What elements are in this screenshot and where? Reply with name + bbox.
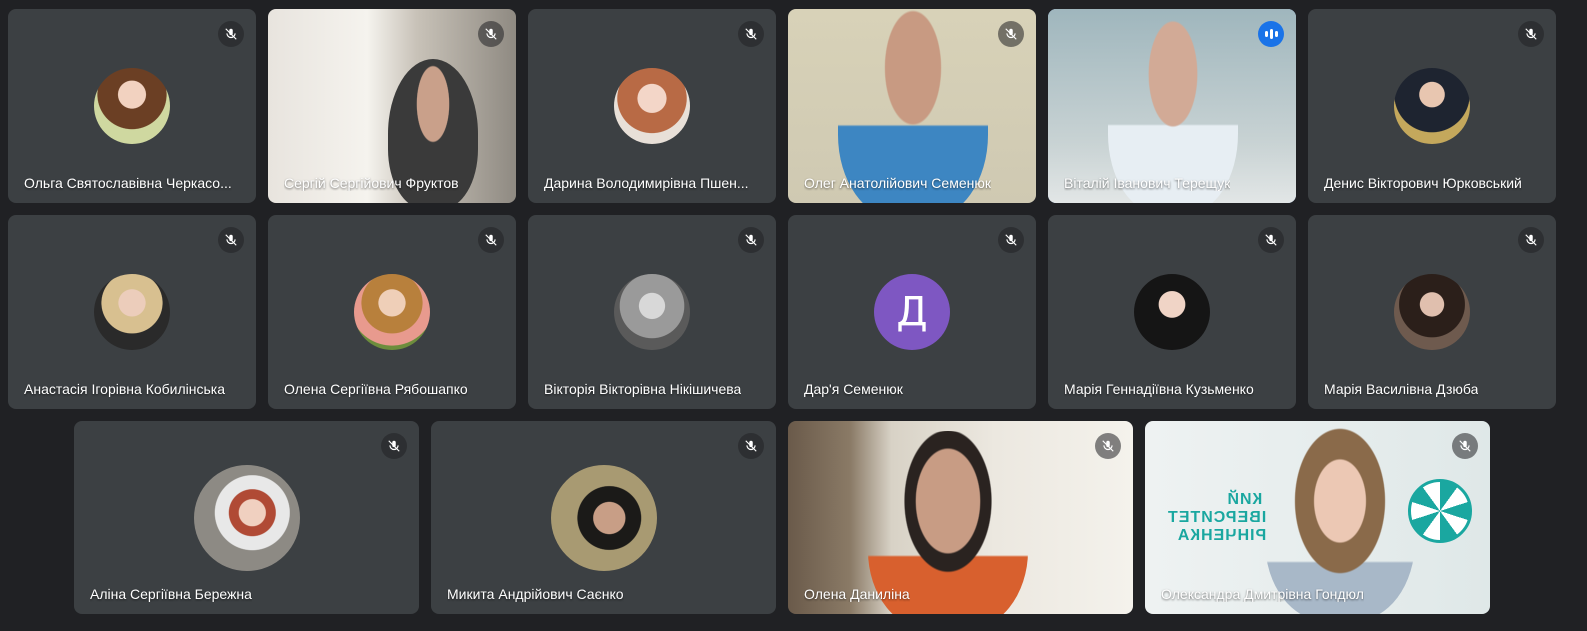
participant-name: Олег Анатолійович Семенюк bbox=[804, 175, 991, 191]
participant-name: Сергій Сергійович Фруктов bbox=[284, 175, 459, 191]
avatar bbox=[193, 464, 300, 571]
speaking-indicator-icon bbox=[1258, 21, 1284, 47]
participant-name: Олена Даниліна bbox=[804, 586, 910, 602]
video-person bbox=[838, 9, 988, 203]
mic-off-icon bbox=[738, 433, 764, 459]
participant-name: Дарина Володимирівна Пшен... bbox=[544, 175, 749, 191]
avatar bbox=[614, 274, 690, 350]
mic-off-icon bbox=[738, 21, 764, 47]
participant-tile[interactable]: КИЙ ІВЕРСИТЕТ РІНЧЕНКА Олександра Дмитрі… bbox=[1145, 421, 1490, 614]
participant-tile-speaking[interactable]: Віталій Іванович Терещук bbox=[1048, 9, 1296, 203]
participant-name: Віталій Іванович Терещук bbox=[1064, 175, 1231, 191]
mic-off-icon bbox=[218, 21, 244, 47]
participant-name: Аліна Сергіївна Бережна bbox=[90, 586, 252, 602]
avatar bbox=[1394, 274, 1470, 350]
mic-off-icon bbox=[738, 227, 764, 253]
participant-name: Олександра Дмитрівна Гондюл bbox=[1161, 586, 1364, 602]
participant-tile[interactable]: Олена Сергіївна Рябошапко bbox=[268, 215, 516, 409]
mic-off-icon bbox=[998, 21, 1024, 47]
participant-tile[interactable]: Марія Геннадіївна Кузьменко bbox=[1048, 215, 1296, 409]
mic-off-icon bbox=[478, 227, 504, 253]
background-text-line: РІНЧЕНКА bbox=[1176, 527, 1267, 544]
avatar bbox=[1394, 68, 1470, 144]
participant-tile[interactable]: Анастасія Ігорівна Кобилінська bbox=[8, 215, 256, 409]
participant-tile[interactable]: Ольга Святославівна Черкасо... bbox=[8, 9, 256, 203]
participant-name: Олена Сергіївна Рябошапко bbox=[284, 381, 468, 397]
participant-tile[interactable]: Олег Анатолійович Семенюк bbox=[788, 9, 1036, 203]
mic-off-icon bbox=[1452, 433, 1478, 459]
mic-off-icon bbox=[1518, 21, 1544, 47]
mic-off-icon bbox=[218, 227, 244, 253]
mic-off-icon bbox=[1518, 227, 1544, 253]
participant-name: Микита Андрійович Саєнко bbox=[447, 586, 624, 602]
avatar bbox=[94, 274, 170, 350]
participant-name: Дар'я Семенюк bbox=[804, 381, 903, 397]
mic-off-icon bbox=[478, 21, 504, 47]
mic-off-icon bbox=[1095, 433, 1121, 459]
mic-off-icon bbox=[998, 227, 1024, 253]
avatar bbox=[354, 274, 430, 350]
participant-name: Марія Василівна Дзюба bbox=[1324, 381, 1479, 397]
avatar bbox=[94, 68, 170, 144]
participant-name: Анастасія Ігорівна Кобилінська bbox=[24, 381, 225, 397]
participant-tile[interactable]: Денис Вікторович Юрковський bbox=[1308, 9, 1556, 203]
participant-tile[interactable]: Марія Василівна Дзюба bbox=[1308, 215, 1556, 409]
participant-tile[interactable]: Микита Андрійович Саєнко bbox=[431, 421, 776, 614]
participant-tile[interactable]: Д Дар'я Семенюк bbox=[788, 215, 1036, 409]
avatar bbox=[550, 464, 657, 571]
participant-name: Ольга Святославівна Черкасо... bbox=[24, 175, 232, 191]
participant-name: Вікторія Вікторівна Нікішичева bbox=[544, 381, 742, 397]
participant-tile[interactable]: Сергій Сергійович Фруктов bbox=[268, 9, 516, 203]
mic-off-icon bbox=[381, 433, 407, 459]
background-logo-icon bbox=[1408, 479, 1472, 543]
avatar bbox=[614, 68, 690, 144]
participant-name: Денис Вікторович Юрковський bbox=[1324, 175, 1522, 191]
background-text-line: ІВЕРСИТЕТ bbox=[1167, 509, 1267, 526]
mic-off-icon bbox=[1258, 227, 1284, 253]
background-logo-text: КИЙ ІВЕРСИТЕТ РІНЧЕНКА bbox=[1167, 491, 1266, 545]
participant-tile[interactable]: Олена Даниліна bbox=[788, 421, 1133, 614]
background-text-line: КИЙ bbox=[1226, 491, 1263, 508]
participant-tile[interactable]: Дарина Володимирівна Пшен... bbox=[528, 9, 776, 203]
avatar bbox=[1134, 274, 1210, 350]
letter-avatar: Д bbox=[874, 274, 950, 350]
participant-tile[interactable]: Вікторія Вікторівна Нікішичева bbox=[528, 215, 776, 409]
participant-name: Марія Геннадіївна Кузьменко bbox=[1064, 381, 1254, 397]
participant-tile[interactable]: Аліна Сергіївна Бережна bbox=[74, 421, 419, 614]
